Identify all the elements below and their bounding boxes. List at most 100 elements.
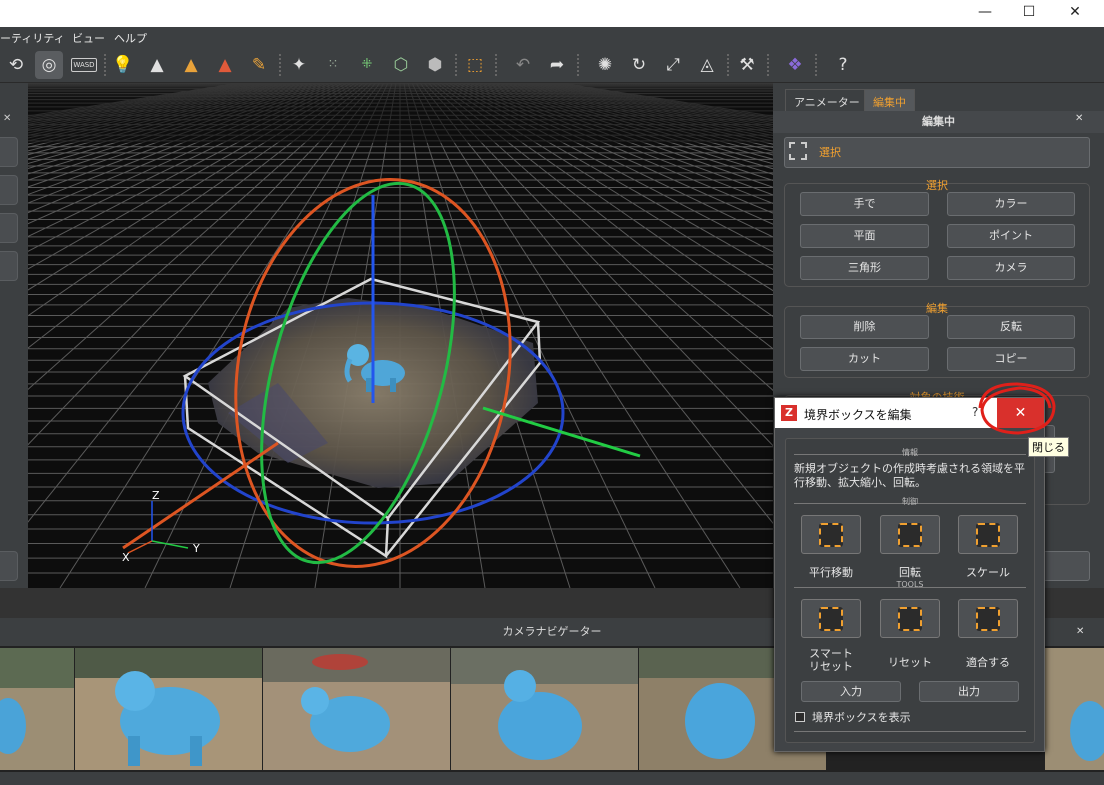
camera-thumbnail[interactable] (75, 648, 262, 770)
close-icon[interactable]: ✕ (1076, 618, 1084, 646)
select-triangle-button[interactable]: 三角形 (800, 256, 929, 280)
transform-gizmo-icon[interactable]: ✺ (591, 51, 619, 79)
info-text: 新規オブジェクトの作成時考慮される領域を平行移動、拡大縮小、回転。 (794, 462, 1025, 489)
select-point-button[interactable]: ポイント (947, 224, 1075, 248)
mesh-cube-icon[interactable]: ⬡ (387, 51, 415, 79)
camera-thumbnail[interactable] (1045, 648, 1104, 770)
reset-button[interactable] (880, 599, 940, 638)
select-by-color-button[interactable]: カラー (947, 192, 1075, 216)
textured-mesh-icon[interactable]: ▲ (211, 51, 239, 79)
delete-button[interactable]: 削除 (800, 315, 929, 339)
select-group-label: 選択 (926, 179, 948, 192)
scale-label: スケール (966, 566, 1010, 579)
output-button[interactable]: 出力 (919, 681, 1019, 702)
copy-button[interactable]: コピー (947, 347, 1075, 371)
axis-label-y: Y (192, 542, 200, 555)
left-panel-button[interactable] (0, 551, 18, 581)
toolbar-separator (279, 54, 281, 76)
scale-button[interactable] (958, 515, 1018, 554)
translate-button[interactable] (801, 515, 861, 554)
selection-icon[interactable]: ⬚ (461, 51, 489, 79)
close-icon[interactable]: ✕ (3, 113, 11, 124)
show-box-checkbox[interactable] (795, 712, 805, 722)
minimize-button[interactable]: — (962, 0, 1008, 27)
left-panel-button[interactable] (0, 137, 18, 167)
tab-animator[interactable]: アニメーター (785, 89, 869, 111)
sparse-points-icon[interactable]: ⁙ (319, 51, 347, 79)
panel-header: 編集中 (773, 111, 1104, 133)
status-bar (0, 772, 1104, 785)
axis-label-x: X (122, 551, 130, 564)
control-section-header: 制御 (794, 496, 1026, 506)
tab-editing[interactable]: 編集中 (864, 89, 915, 111)
select-camera-button[interactable]: カメラ (947, 256, 1075, 280)
cut-button[interactable]: カット (800, 347, 929, 371)
tools-section-header: TOOLS (794, 580, 1026, 589)
menu-view[interactable]: ビュー (72, 30, 105, 46)
rotate-label: 回転 (899, 566, 921, 579)
window-titlebar: — ☐ ✕ (0, 0, 1104, 27)
invert-button[interactable]: 反転 (947, 315, 1075, 339)
left-panel-button[interactable] (0, 175, 18, 205)
rotate-icon[interactable]: ↻ (625, 51, 653, 79)
select-by-hand-button[interactable]: 手で (800, 192, 929, 216)
close-window-button[interactable]: ✕ (1052, 0, 1098, 27)
left-panel-button[interactable] (0, 213, 18, 243)
edit-group-label: 編集 (926, 302, 948, 315)
redo-icon[interactable]: ➦ (543, 51, 571, 79)
measure-icon[interactable]: ◬ (693, 51, 721, 79)
paint-brush-icon[interactable]: ✎ (245, 51, 273, 79)
help-button[interactable]: ? (829, 51, 857, 79)
menu-help[interactable]: ヘルプ (114, 30, 147, 46)
dialog-content: 情報 新規オブジェクトの作成時考慮される領域を平行移動、拡大縮小、回転。 制御 … (785, 438, 1035, 743)
axis-label-z: Z (152, 489, 160, 502)
smart-reset-icon (819, 607, 843, 631)
fit-label: 適合する (966, 656, 1010, 669)
scale-icon (976, 523, 1000, 547)
lightbulb-icon[interactable]: 💡 (109, 51, 137, 79)
camera-thumbnail[interactable] (263, 648, 450, 770)
toolbar-separator (815, 54, 817, 76)
maximize-button[interactable]: ☐ (1006, 0, 1052, 27)
close-tooltip: 閉じる (1028, 437, 1069, 457)
dense-points-icon[interactable]: ⁜ (353, 51, 381, 79)
wasd-button[interactable]: WASD (70, 51, 98, 79)
dialog-divider (794, 731, 1026, 732)
left-panel: ✕ (0, 83, 28, 588)
3d-viewport[interactable]: Z Y X (28, 83, 773, 588)
smart-reset-button[interactable] (801, 599, 861, 638)
rotate-button[interactable] (880, 515, 940, 554)
scene-canvas: Z Y X (28, 83, 773, 588)
toolbar-separator (767, 54, 769, 76)
toolbar-separator (727, 54, 729, 76)
left-panel-button[interactable] (0, 251, 18, 281)
annotation-circle (978, 382, 1056, 435)
fit-icon (976, 607, 1000, 631)
camera-thumbnail[interactable] (0, 648, 74, 770)
camera-thumbnail[interactable] (451, 648, 638, 770)
app-cube-icon[interactable]: ❖ (781, 51, 809, 79)
orbit-icon[interactable]: ⟲ (2, 51, 30, 79)
info-section-header: 情報 (794, 447, 1026, 457)
close-icon[interactable]: ✕ (1075, 113, 1083, 124)
fit-button[interactable] (958, 599, 1018, 638)
translate-icon (819, 523, 843, 547)
reset-icon (898, 607, 922, 631)
colored-mesh-icon[interactable]: ▲ (177, 51, 205, 79)
turntable-icon[interactable]: ◎ (35, 51, 63, 79)
edit-bounding-box-dialog: Z 境界ボックスを編集 ? ✕ 情報 新規オブジェクトの作成時考慮される領域を平… (774, 397, 1045, 752)
move-axis-icon[interactable]: ⤢ (659, 51, 687, 79)
select-plane-button[interactable]: 平面 (800, 224, 929, 248)
mesh-triangle-icon[interactable]: ▲ (143, 51, 171, 79)
show-box-label: 境界ボックスを表示 (812, 711, 911, 724)
app-logo-icon: Z (781, 405, 797, 421)
menu-utility[interactable]: ーティリティ (0, 30, 65, 46)
select-mode-button[interactable]: 選択 (784, 137, 1090, 168)
solid-cube-icon[interactable]: ⬢ (421, 51, 449, 79)
dialog-title: 境界ボックスを編集 (804, 408, 912, 422)
tools-icon[interactable]: ⚒ (733, 51, 761, 79)
undo-icon[interactable]: ↶ (509, 51, 537, 79)
camera-points-icon[interactable]: ✦ (285, 51, 313, 79)
selection-icon (789, 142, 807, 160)
input-button[interactable]: 入力 (801, 681, 901, 702)
